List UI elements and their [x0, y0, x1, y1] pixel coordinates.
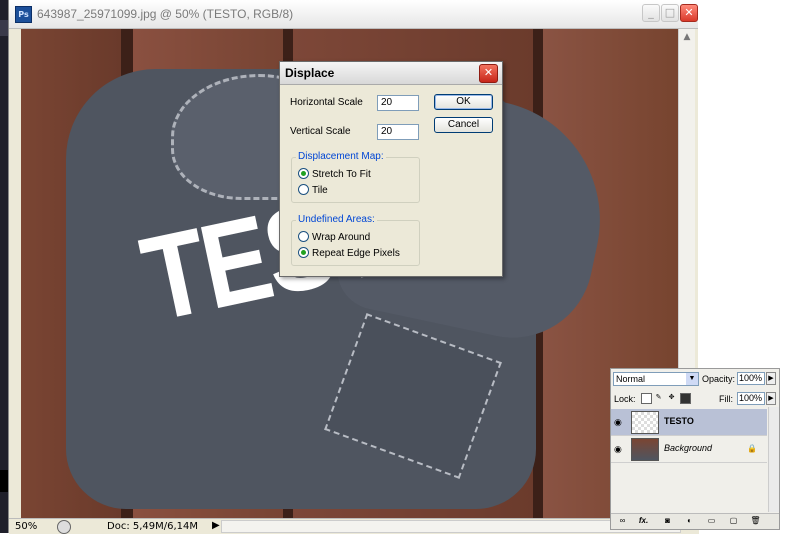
left-strip-segment [0, 470, 8, 492]
fill-arrow-icon[interactable]: ▶ [766, 392, 776, 405]
radio-label: Stretch To Fit [312, 169, 371, 180]
layers-footer: ∞ fx. ◙ ◐ ▭ ▢ 🗑 [611, 513, 779, 529]
layer-thumbnail [631, 411, 659, 434]
photoshop-app-icon: Ps [15, 6, 32, 23]
close-button[interactable]: ✕ [680, 4, 698, 22]
layer-name: Background [664, 443, 713, 453]
radio-label: Tile [312, 185, 328, 196]
displacement-map-legend: Displacement Map: [296, 151, 386, 162]
zoom-level[interactable]: 50% [15, 521, 37, 532]
adjustment-icon[interactable]: ◐ [684, 516, 695, 526]
layer-thumbnail [631, 438, 659, 461]
vertical-scale-label: Vertical Scale [290, 126, 351, 137]
document-titlebar[interactable]: Ps 643987_25971099.jpg @ 50% (TESTO, RGB… [9, 0, 699, 29]
radio-unselected-icon[interactable] [298, 231, 309, 242]
lock-all-icon[interactable] [680, 393, 691, 404]
opacity-arrow-icon[interactable]: ▶ [766, 372, 776, 385]
radio-repeat-edge-pixels[interactable]: Repeat Edge Pixels [298, 247, 400, 259]
status-info-icon[interactable] [57, 520, 71, 534]
trash-icon[interactable]: 🗑 [750, 516, 761, 526]
status-menu-arrow-icon[interactable]: ▶ [212, 520, 220, 531]
left-edge-strip [0, 0, 8, 533]
opacity-input[interactable]: 100% [737, 372, 765, 385]
radio-selected-icon[interactable] [298, 247, 309, 258]
document-title: 643987_25971099.jpg @ 50% (TESTO, RGB/8) [37, 7, 294, 21]
fill-input[interactable]: 100% [737, 392, 765, 405]
fx-icon[interactable]: fx. [638, 516, 649, 526]
horizontal-scale-label: Horizontal Scale [290, 97, 363, 108]
layer-name: TESTO [664, 416, 694, 426]
workspace-background [698, 0, 800, 368]
dialog-close-button[interactable]: ✕ [479, 64, 498, 83]
blend-mode-value: Normal [616, 374, 646, 384]
lock-label: Lock: [614, 394, 636, 404]
dialog-title: Displace [285, 66, 335, 80]
radio-label: Repeat Edge Pixels [312, 248, 400, 259]
radio-unselected-icon[interactable] [298, 184, 309, 195]
status-bar: 50% Doc: 5,49M/6,14M ▶ [9, 518, 699, 534]
lock-brush-icon[interactable]: ✎ [654, 393, 663, 402]
radio-selected-icon[interactable] [298, 168, 309, 179]
dialog-titlebar[interactable]: Displace ✕ [280, 62, 502, 85]
new-layer-icon[interactable]: ▢ [728, 516, 739, 526]
lock-transparency-icon[interactable] [641, 393, 652, 404]
chevron-down-icon[interactable]: ▼ [686, 373, 698, 385]
mask-icon[interactable]: ◙ [662, 516, 673, 526]
horizontal-scale-input[interactable]: 20 [377, 95, 419, 111]
lock-move-icon[interactable]: ✥ [667, 393, 676, 402]
undefined-areas-legend: Undefined Areas: [296, 214, 377, 225]
layer-lock-icon: 🔒 [747, 444, 757, 453]
group-icon[interactable]: ▭ [706, 516, 717, 526]
layers-scrollbar[interactable] [768, 407, 779, 512]
layer-row-testo[interactable]: ◉ TESTO [611, 409, 767, 436]
fill-label: Fill: [719, 394, 733, 404]
doc-size-info: Doc: 5,49M/6,14M [107, 521, 199, 532]
vertical-scale-input[interactable]: 20 [377, 124, 419, 140]
undefined-areas-group: Undefined Areas: Wrap Around Repeat Edge… [291, 214, 420, 266]
blend-mode-select[interactable]: Normal ▼ [613, 372, 699, 386]
radio-stretch-to-fit[interactable]: Stretch To Fit [298, 168, 371, 180]
opacity-label: Opacity: [702, 374, 736, 384]
cancel-button[interactable]: Cancel [434, 117, 493, 133]
radio-tile[interactable]: Tile [298, 184, 328, 196]
displacement-map-group: Displacement Map: Stretch To Fit Tile [291, 151, 420, 203]
link-icon[interactable]: ∞ [617, 516, 628, 526]
radio-wrap-around[interactable]: Wrap Around [298, 231, 370, 243]
layer-row-background[interactable]: ◉ Background 🔒 [611, 436, 767, 463]
radio-label: Wrap Around [312, 232, 371, 243]
maximize-button[interactable]: □ [661, 4, 679, 22]
eye-visibility-icon[interactable]: ◉ [614, 417, 622, 428]
ok-button[interactable]: OK [434, 94, 493, 110]
minimize-button[interactable]: _ [642, 4, 660, 22]
scroll-up-arrow-icon[interactable]: ▲ [679, 29, 695, 45]
left-strip-segment [0, 20, 8, 36]
displace-dialog: Displace ✕ Horizontal Scale 20 Vertical … [279, 61, 503, 277]
layers-panel: Normal ▼ Opacity: 100% ▶ Lock: ✎ ✥ Fill:… [610, 368, 780, 530]
eye-visibility-icon[interactable]: ◉ [614, 444, 622, 455]
